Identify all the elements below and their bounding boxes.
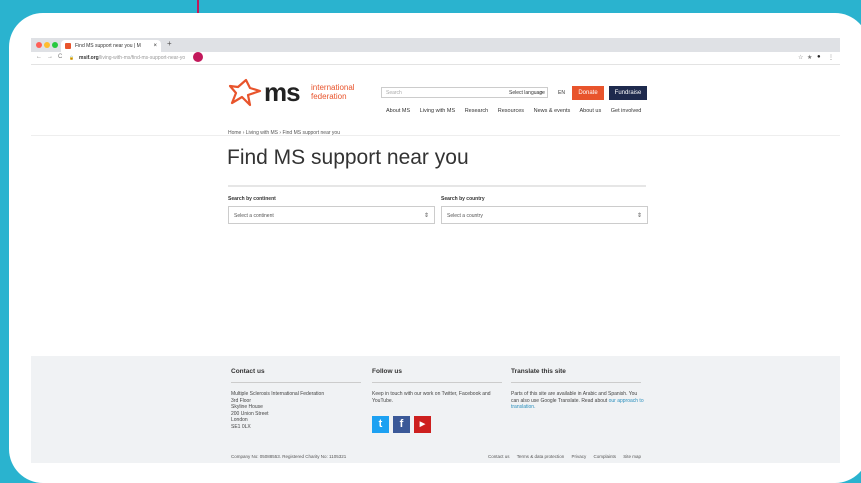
- back-arrow-icon[interactable]: ←: [36, 54, 42, 60]
- reload-icon[interactable]: C: [58, 54, 62, 60]
- country-select-value: Select a country: [447, 213, 483, 219]
- nav-about-ms[interactable]: About MS: [386, 108, 410, 114]
- nav-about-us[interactable]: About us: [580, 108, 602, 114]
- tab-close-icon[interactable]: ×: [153, 40, 157, 52]
- youtube-icon[interactable]: ▶: [414, 416, 431, 433]
- facebook-icon[interactable]: f: [393, 416, 410, 433]
- lock-icon: 🔒: [69, 55, 74, 60]
- contact-heading: Contact us: [231, 368, 265, 375]
- address-bar: ← → C 🔒 msif.org/living-with-ms/find-ms-…: [31, 52, 840, 65]
- nav-get-involved[interactable]: Get involved: [611, 108, 642, 114]
- country-select[interactable]: Select a country ⇕: [441, 206, 648, 224]
- chevron-updown-icon: ⇕: [636, 213, 642, 219]
- footer-contact-link[interactable]: Contact us: [488, 454, 510, 459]
- footer-privacy-link[interactable]: Privacy: [571, 454, 586, 459]
- annotation-pointer-dot: [193, 52, 203, 62]
- url-path: /living-with-ms/find-ms-support-near-yo: [98, 55, 186, 61]
- follow-text: Keep in touch with our work on Twitter, …: [372, 391, 491, 404]
- contact-divider: [231, 382, 361, 383]
- footer-links: Contact us Terms & data protection Priva…: [488, 454, 647, 459]
- browser-tabbar: Find MS support near you | M × +: [31, 38, 840, 52]
- extension-icon[interactable]: ★: [807, 54, 812, 61]
- site-header: ms international federation Search ⌕ Sele…: [31, 65, 840, 136]
- minimize-window-button[interactable]: [44, 42, 50, 48]
- logo-mark-icon: [228, 78, 262, 107]
- continent-label: Search by continent: [228, 196, 276, 202]
- footer-terms-link[interactable]: Terms & data protection: [517, 454, 565, 459]
- follow-heading: Follow us: [372, 368, 402, 375]
- maximize-window-button[interactable]: [52, 42, 58, 48]
- contact-address: Multiple Sclerosis International Federat…: [231, 391, 325, 430]
- nav-living-with-ms[interactable]: Living with MS: [420, 108, 455, 114]
- tab-title: Find MS support near you | M: [75, 43, 141, 49]
- donate-button[interactable]: Donate: [572, 86, 604, 100]
- select-language-link[interactable]: Select language: [509, 90, 545, 96]
- translate-heading: Translate this site: [511, 368, 566, 375]
- follow-divider: [372, 382, 502, 383]
- new-tab-button[interactable]: +: [167, 39, 172, 48]
- footer-complaints-link[interactable]: Complaints: [594, 454, 617, 459]
- logo-federation-text: international federation: [311, 83, 355, 101]
- chevron-updown-icon: ⇕: [423, 213, 429, 219]
- breadcrumb[interactable]: Home › Living with MS › Find MS support …: [228, 130, 340, 136]
- continent-select[interactable]: Select a continent ⇕: [228, 206, 435, 224]
- nav-news-events[interactable]: News & events: [534, 108, 571, 114]
- search-placeholder: Search: [386, 90, 402, 96]
- browser-tab[interactable]: Find MS support near you | M ×: [61, 40, 161, 52]
- site-footer: Contact us Multiple Sclerosis Internatio…: [31, 356, 840, 463]
- language-code[interactable]: EN: [558, 90, 565, 96]
- browser-menu-icon[interactable]: ⋮: [828, 54, 834, 61]
- translate-text: Parts of this site are available in Arab…: [511, 391, 644, 410]
- country-label: Search by country: [441, 196, 485, 202]
- divider: [228, 185, 646, 187]
- nav-resources[interactable]: Resources: [498, 108, 524, 114]
- favicon-icon: [65, 43, 71, 49]
- bookmark-star-icon[interactable]: ☆: [798, 54, 803, 61]
- forward-arrow-icon[interactable]: →: [47, 54, 53, 60]
- profile-avatar-icon[interactable]: ●: [817, 54, 821, 60]
- continent-select-value: Select a continent: [234, 213, 274, 219]
- twitter-icon[interactable]: t: [372, 416, 389, 433]
- logo-ms-text: ms: [264, 77, 301, 107]
- main-navigation: About MS Living with MS Research Resourc…: [386, 108, 649, 114]
- page-title: Find MS support near you: [227, 146, 469, 169]
- footer-sitemap-link[interactable]: Site map: [623, 454, 641, 459]
- translate-divider: [511, 382, 641, 383]
- url-field[interactable]: msif.org/living-with-ms/find-ms-support-…: [79, 55, 185, 61]
- nav-research[interactable]: Research: [465, 108, 489, 114]
- msif-logo[interactable]: ms international federation: [226, 77, 356, 111]
- url-domain: msif.org: [79, 55, 99, 61]
- browser-window: Find MS support near you | M × + ← → C 🔒…: [31, 38, 840, 463]
- fundraise-button[interactable]: Fundraise: [609, 86, 647, 100]
- company-info: Company No: 05088553. Registered Charity…: [231, 454, 347, 459]
- close-window-button[interactable]: [36, 42, 42, 48]
